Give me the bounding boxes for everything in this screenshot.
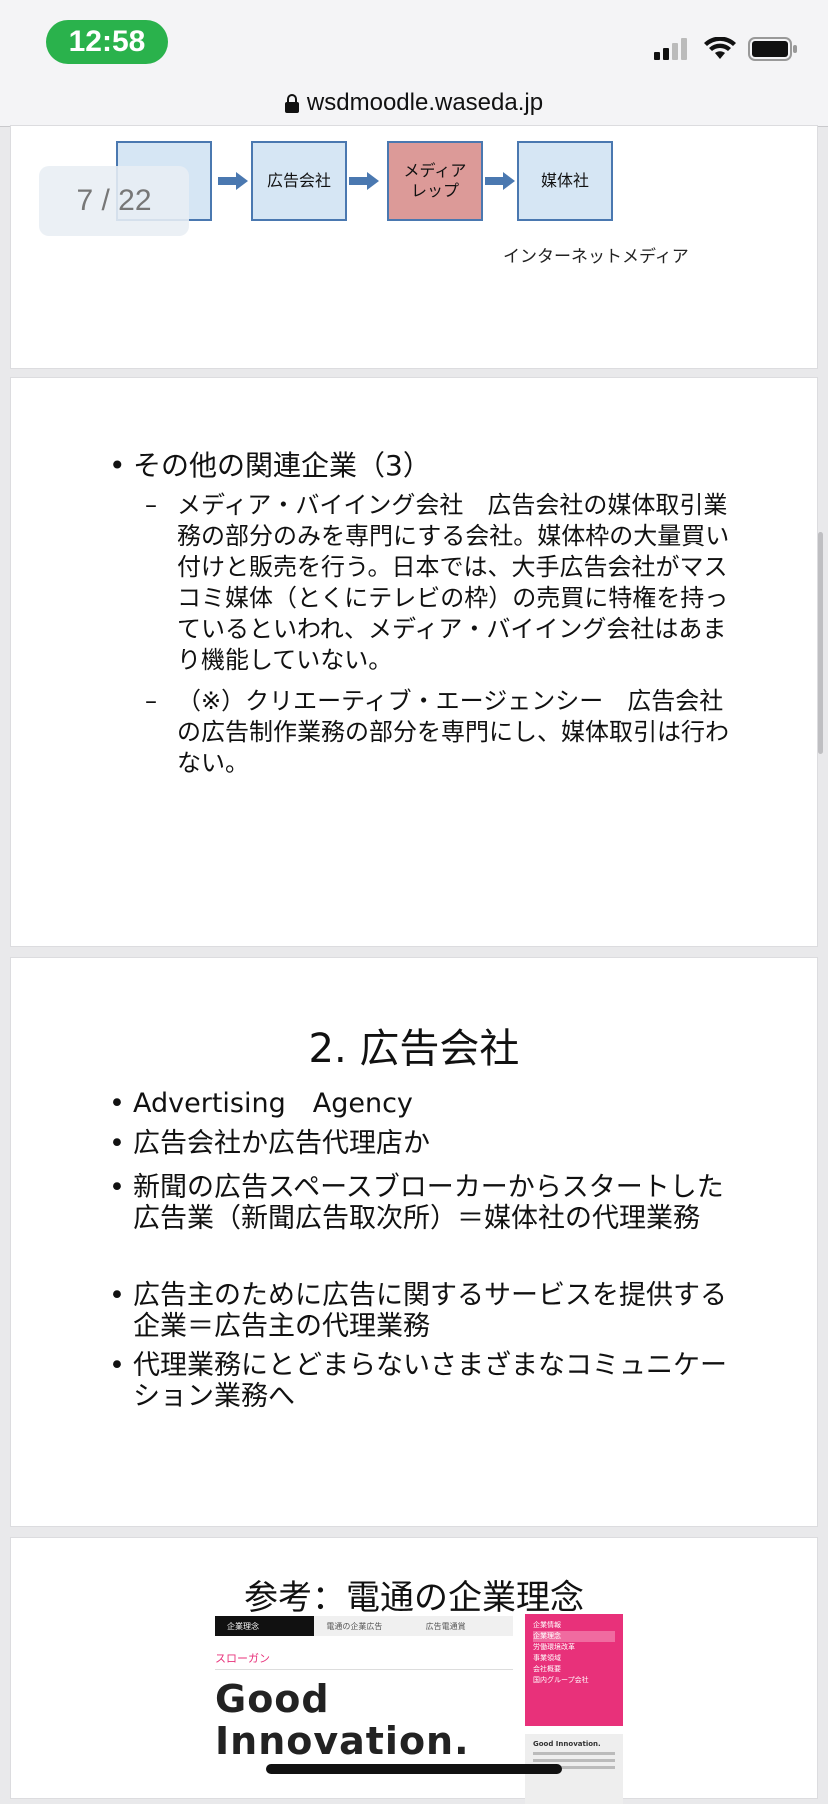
slogan-text: Good Innovation.: [215, 1677, 470, 1763]
status-bar: 12:58: [0, 0, 828, 80]
list-item: – （※）クリエーティブ・エージェンシー 広告会社の広告制作業務の部分を専門にし、…: [145, 686, 737, 779]
list-item-text: メディア・バイイング会社 広告会社の媒体取引業務の部分のみを専門にする会社。媒体…: [177, 491, 730, 674]
slide-title: 参考：電通の企業理念: [244, 1578, 584, 1618]
side-menu-item: 労働環境改革: [533, 1643, 575, 1651]
side-menu-item: 事業領域: [533, 1654, 561, 1662]
side-menu-item: 国内グループ会社: [533, 1676, 589, 1684]
scrollbar[interactable]: [818, 532, 823, 754]
side-card-title: Good Innovation.: [533, 1740, 601, 1748]
slide-title: 2. 広告会社: [308, 1026, 520, 1072]
battery-icon: [748, 37, 797, 61]
bullet-text: Advertising Agency: [133, 1088, 413, 1119]
heading-text: その他の関連企業（3）: [133, 449, 431, 482]
list-item: – メディア・バイイング会社 広告会社の媒体取引業務の部分のみを専門にする会社。媒…: [145, 490, 737, 676]
bullet-text: 広告主のために広告に関するサービスを提供する企業＝広告主の代理業務: [133, 1280, 727, 1342]
url-bar[interactable]: wsdmoodle.waseda.jp: [0, 80, 828, 127]
bullet-item: • 代理業務にとどまらないさまざまなコミュニケーション業務へ: [109, 1350, 749, 1412]
flow-arrow-icon: [218, 172, 248, 190]
side-menu-item: 企業情報: [533, 1621, 561, 1629]
slide-ad-agency: 2. 広告会社 • Advertising Agency • 広告会社か広告代理店か…: [11, 958, 817, 1526]
list-item-text: （※）クリエーティブ・エージェンシー 広告会社の広告制作業務の部分を専門にし、媒…: [177, 687, 729, 777]
flow-box-media-company: 媒体社: [517, 141, 613, 221]
embedded-nav-item: 電通の企業広告: [314, 1616, 414, 1636]
page-indicator: 7 / 22: [39, 166, 189, 236]
slide-heading: • その他の関連企業（3）: [109, 449, 431, 482]
embedded-side-menu: 企業情報 企業理念 労働環境改革 事業領域 会社概要 国内グループ会社: [525, 1614, 623, 1726]
flow-box-media-rep: メディア レップ: [387, 141, 483, 221]
flow-caption: インターネットメディア: [503, 247, 689, 267]
slide-flow-diagram: 広告会社 メディア レップ 媒体社 インターネットメディア 7 / 22: [11, 126, 817, 368]
lock-icon: [284, 94, 299, 113]
bullet-text: 代理業務にとどまらないさまざまなコミュニケーション業務へ: [133, 1350, 727, 1412]
text-line: [533, 1752, 615, 1755]
status-time[interactable]: 12:58: [46, 20, 168, 64]
cellular-signal-icon: [654, 38, 687, 60]
side-menu-item: 企業理念: [533, 1631, 615, 1642]
text-line: [533, 1759, 615, 1762]
side-menu-item: 会社概要: [533, 1665, 561, 1673]
flow-arrow-icon: [349, 172, 379, 190]
wifi-icon: [704, 37, 736, 59]
bullet-item: • 広告会社か広告代理店か: [109, 1128, 749, 1159]
flow-box-ad-agency: 広告会社: [251, 141, 347, 221]
url-text[interactable]: wsdmoodle.waseda.jp: [307, 89, 543, 117]
home-indicator[interactable]: [266, 1764, 562, 1774]
slogan-label: スローガン: [215, 1652, 270, 1665]
slide-dentsu-philosophy: 参考：電通の企業理念 企業理念 電通の企業広告 広告電通賞 スローガン Good…: [11, 1538, 817, 1804]
bullet-text: 広告会社か広告代理店か: [133, 1128, 430, 1159]
flow-arrow-icon: [485, 172, 515, 190]
embedded-nav-item: 広告電通賞: [413, 1616, 513, 1636]
bullet-text: 新聞の広告スペースブローカーからスタートした広告業（新聞広告取次所）＝媒体社の代…: [133, 1172, 724, 1234]
embedded-nav: 企業理念 電通の企業広告 広告電通賞: [215, 1616, 513, 1636]
divider: [215, 1669, 513, 1670]
status-icons: [654, 34, 798, 64]
embedded-nav-item: 企業理念: [215, 1616, 315, 1636]
bullet-item: • 広告主のために広告に関するサービスを提供する企業＝広告主の代理業務: [109, 1280, 749, 1342]
bullet-item: • 新聞の広告スペースブローカーからスタートした広告業（新聞広告取次所）＝媒体社の…: [109, 1172, 749, 1234]
slide-related-companies: • その他の関連企業（3） – メディア・バイイング会社 広告会社の媒体取引業務の部…: [11, 378, 817, 946]
bullet-item: • Advertising Agency: [109, 1088, 749, 1119]
